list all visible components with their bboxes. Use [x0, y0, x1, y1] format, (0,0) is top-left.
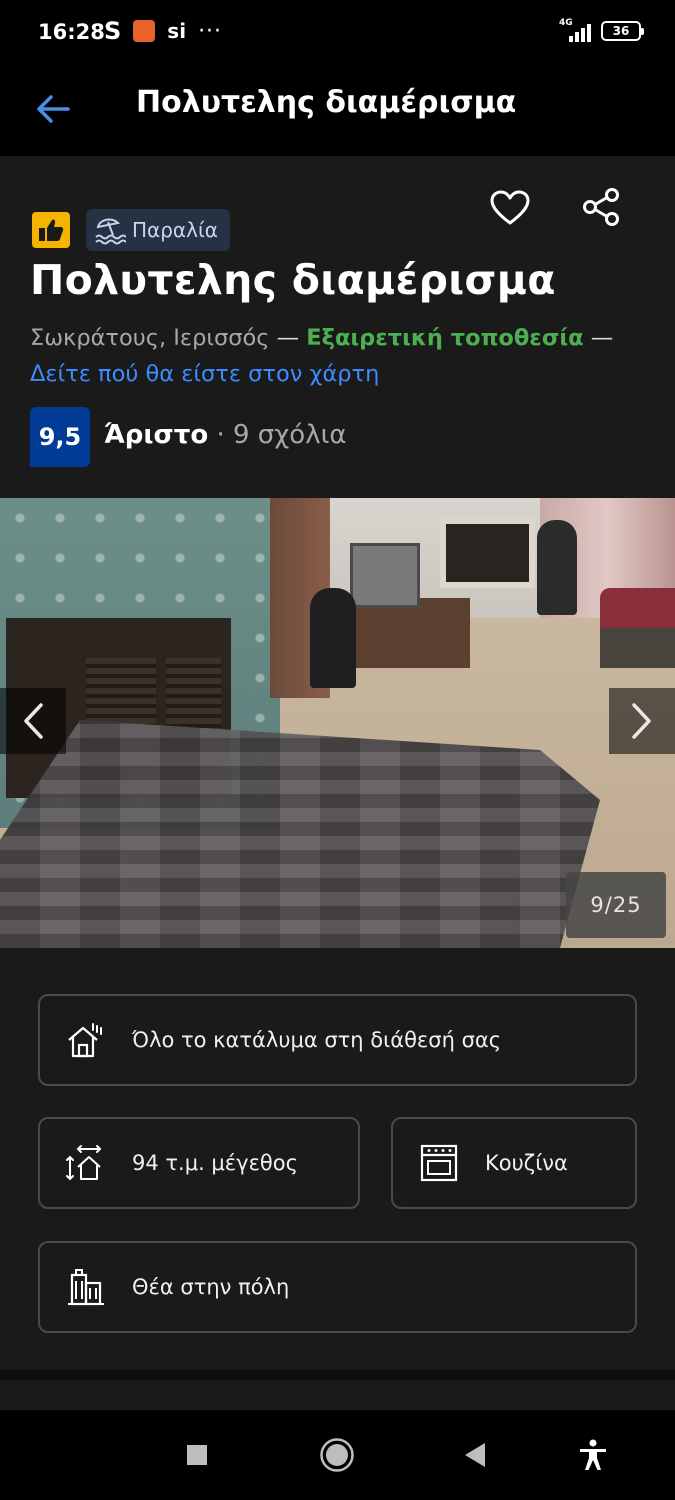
- battery-icon: 36: [601, 21, 644, 41]
- beach-umbrella-icon: [95, 218, 126, 245]
- section-divider: [0, 1370, 675, 1380]
- back-nav-button[interactable]: [452, 1432, 498, 1478]
- back-button[interactable]: [30, 86, 76, 132]
- address-dash: —: [276, 325, 300, 351]
- property-address: Σωκράτους, Ιερισσός — Εξαιρετική τοποθεσ…: [30, 320, 650, 392]
- facility-entire-place: Όλο το κατάλυμα στη διάθεσή σας: [38, 994, 637, 1086]
- app-header: Πολυτελης διαμέρισμα: [0, 66, 675, 156]
- location-quality: Εξαιρετική τοποθεσία: [306, 325, 584, 351]
- map-link[interactable]: Δείτε πού θα είστε στον χάρτη: [30, 361, 379, 387]
- facility-label: 94 τ.μ. μέγεθος: [132, 1151, 298, 1175]
- triangle-back-icon: [465, 1443, 485, 1467]
- property-details: Παραλία Πολυτελης διαμέρισμα Σωκράτους, …: [0, 156, 675, 1410]
- property-title: Πολυτελης διαμέρισμα: [30, 256, 556, 304]
- facility-kitchen: Κουζίνα: [391, 1117, 637, 1209]
- facility-label: Θέα στην πόλη: [132, 1275, 290, 1299]
- more-notifications-icon: ···: [198, 18, 223, 44]
- share-icon: [583, 188, 619, 226]
- thumbs-up-icon: [39, 219, 64, 241]
- accessibility-icon: [580, 1439, 606, 1470]
- home-button[interactable]: [314, 1432, 360, 1478]
- gallery-counter: 9/25: [566, 872, 666, 938]
- recents-button[interactable]: [174, 1432, 220, 1478]
- facility-label: Κουζίνα: [485, 1151, 568, 1175]
- address-dash: —: [590, 325, 614, 351]
- photo-gallery[interactable]: 9/25: [0, 498, 675, 948]
- review-score-badge: 9,5: [30, 407, 90, 467]
- system-navigation-bar: [0, 1410, 675, 1500]
- size-icon: [66, 1143, 106, 1183]
- review-summary[interactable]: Άριστο · 9 σχόλια: [104, 420, 347, 450]
- facility-city-view: Θέα στην πόλη: [38, 1241, 637, 1333]
- review-count: 9 σχόλια: [232, 420, 347, 450]
- s-app-icon: S: [104, 17, 122, 45]
- beach-tag: Παραλία: [86, 209, 230, 251]
- kitchen-icon: [419, 1143, 459, 1183]
- status-time: 16:28: [38, 20, 105, 44]
- facility-label: Όλο το κατάλυμα στη διάθεσή σας: [132, 1028, 502, 1052]
- home-circle-icon: [320, 1438, 354, 1472]
- rating-word: Άριστο: [104, 420, 209, 450]
- gallery-next-button[interactable]: [609, 688, 675, 754]
- app-notification-icon: [133, 20, 156, 42]
- house-icon: [66, 1020, 106, 1060]
- preferred-partner-badge: [32, 212, 70, 248]
- status-notification-icons: S si ···: [104, 17, 222, 45]
- beach-tag-label: Παραλία: [132, 218, 218, 242]
- square-icon: [187, 1445, 207, 1465]
- address-text: Σωκράτους, Ιερισσός: [30, 325, 270, 351]
- gallery-previous-button[interactable]: [0, 688, 66, 754]
- heart-icon: [490, 190, 530, 225]
- favorite-button[interactable]: [486, 186, 534, 230]
- signal-icon: 4G: [559, 18, 593, 42]
- header-title: Πολυτελης διαμέρισμα: [136, 85, 517, 120]
- arrow-left-icon: [37, 95, 70, 123]
- si-app-icon: si: [167, 19, 187, 43]
- review-separator: ·: [216, 420, 225, 450]
- chevron-left-icon: [24, 703, 43, 739]
- share-button[interactable]: [578, 184, 624, 230]
- status-bar: 16:28 S si ··· 4G 36: [0, 0, 675, 66]
- chevron-right-icon: [632, 703, 651, 739]
- city-view-icon: [66, 1267, 106, 1307]
- battery-level: 36: [612, 24, 630, 38]
- accessibility-button[interactable]: [570, 1432, 616, 1478]
- status-system-icons: 4G 36: [559, 18, 644, 42]
- facility-size: 94 τ.μ. μέγεθος: [38, 1117, 360, 1209]
